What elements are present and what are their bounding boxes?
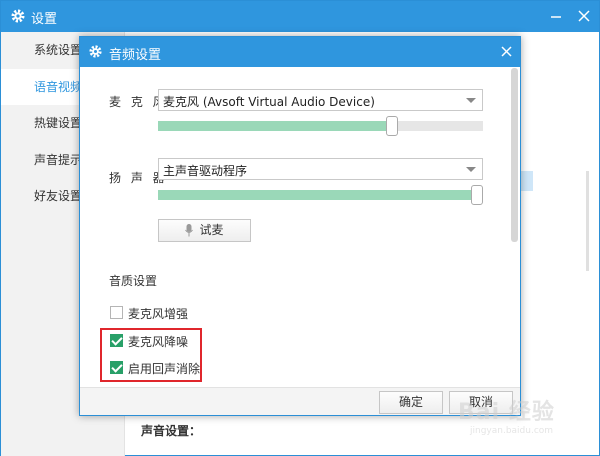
test-mic-label: 试麦 [199, 223, 224, 237]
mic-boost-label: 麦克风增强 [128, 307, 189, 321]
microphone-select[interactable]: 麦克风 (Avsoft Virtual Audio Device) [158, 89, 483, 111]
gear-icon [11, 9, 25, 23]
watermark-logo: Bai 经验 [458, 400, 555, 425]
baidu-watermark: Bai 经验 jingyan.baidu.com [458, 388, 598, 448]
watermark-site: jingyan.baidu.com [470, 426, 554, 436]
annotation-highlight-box [100, 328, 202, 382]
dialog-titlebar: 音频设置 [80, 37, 520, 67]
minimize-icon[interactable] [549, 9, 563, 23]
quality-section-title: 音质设置 [109, 274, 158, 288]
settings-title: 设置 [31, 12, 58, 27]
speaker-volume-slider[interactable] [158, 185, 483, 205]
speaker-device: 主声音驱动程序 [163, 164, 248, 178]
microphone-volume-thumb[interactable] [386, 116, 398, 136]
microphone-icon [185, 224, 194, 237]
mic-boost-checkbox[interactable] [110, 306, 123, 319]
sound-settings-label: 声音设置： [141, 424, 202, 438]
microphone-volume-fill [158, 121, 392, 131]
selection-highlight [521, 171, 533, 191]
close-icon[interactable] [577, 9, 591, 23]
test-mic-button[interactable]: 试麦 [158, 219, 251, 242]
gear-icon [89, 45, 102, 58]
close-icon[interactable] [500, 45, 513, 58]
ok-button[interactable]: 确定 [379, 391, 443, 414]
dialog-scrollbar[interactable] [511, 68, 518, 242]
speaker-volume-thumb[interactable] [471, 185, 483, 205]
chevron-down-icon [466, 98, 476, 103]
settings-scrollbar[interactable] [586, 171, 589, 271]
microphone-device: 麦克风 (Avsoft Virtual Audio Device) [163, 95, 375, 109]
dialog-title: 音频设置 [109, 48, 162, 63]
chevron-down-icon [466, 167, 476, 172]
speaker-volume-fill [158, 190, 477, 200]
speaker-select[interactable]: 主声音驱动程序 [158, 158, 483, 180]
settings-titlebar: 设置 [1, 1, 599, 32]
microphone-volume-slider[interactable] [158, 116, 483, 136]
